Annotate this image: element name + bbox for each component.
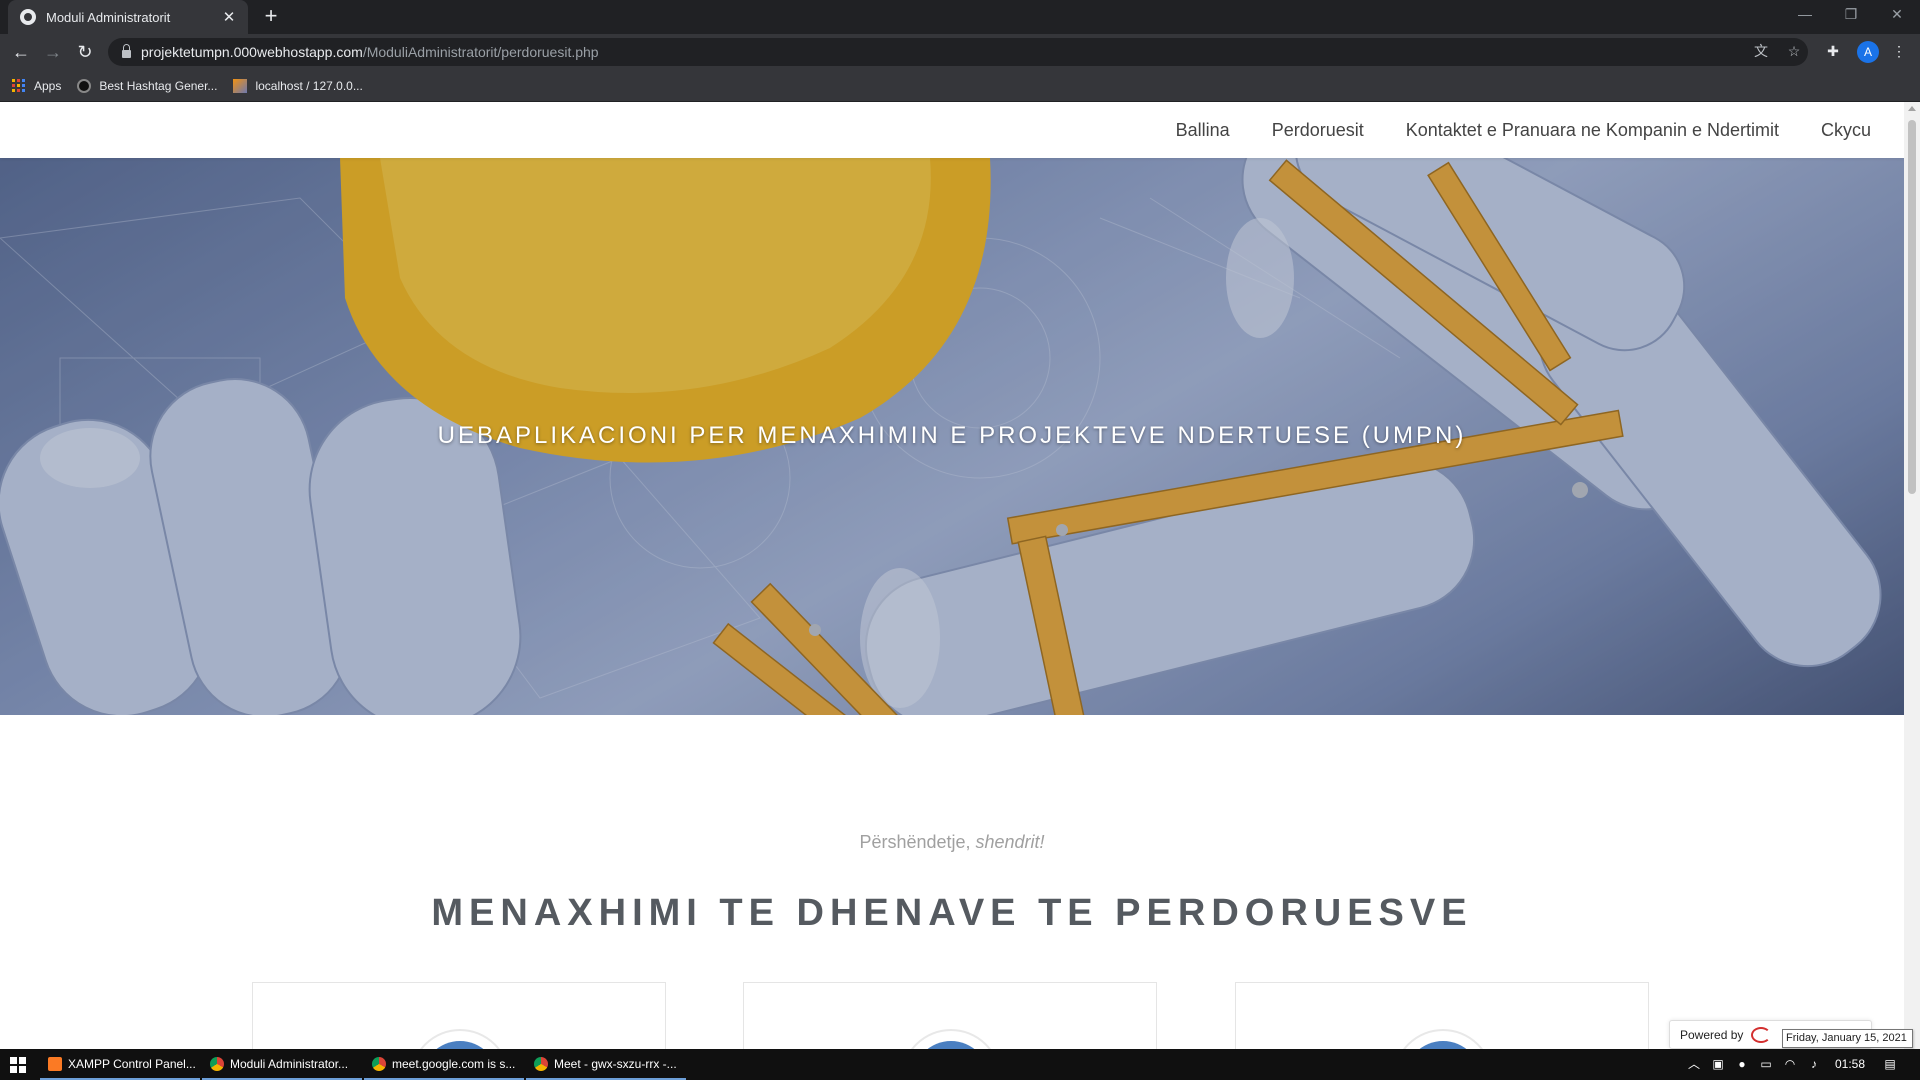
- microphone-icon[interactable]: ●: [1732, 1049, 1752, 1080]
- chrome-icon: [534, 1056, 548, 1071]
- bookmark-label: Apps: [34, 78, 62, 93]
- hero-banner: UEBAPLIKACIONI PER MENAXHIMIN E PROJEKTE…: [0, 158, 1904, 715]
- translate-icon[interactable]: 文: [1752, 42, 1770, 60]
- phpmyadmin-icon: [233, 78, 248, 93]
- bookmark-label: localhost / 127.0.0...: [255, 78, 363, 93]
- taskbar-label: XAMPP Control Panel...: [68, 1056, 196, 1071]
- lock-icon: [122, 44, 131, 58]
- scrollbar-thumb[interactable]: [1908, 120, 1916, 494]
- taskbar-item-chrome-admin[interactable]: Moduli Administrator...: [202, 1049, 362, 1080]
- user-avatar-icon: [901, 1029, 1001, 1049]
- bookmark-apps[interactable]: Apps: [12, 78, 62, 93]
- bookmark-localhost[interactable]: localhost / 127.0.0...: [233, 78, 363, 93]
- greeting-username: shendrit!: [975, 832, 1045, 852]
- xampp-icon: [48, 1056, 62, 1071]
- address-bar[interactable]: projektetumpn.000webhostapp.com /ModuliA…: [108, 38, 1808, 66]
- wifi-icon[interactable]: ◠: [1780, 1049, 1800, 1080]
- browser-tab-strip: Moduli Administratorit ✕ + — ❐ ✕: [0, 0, 1920, 34]
- battery-icon[interactable]: ▭: [1756, 1049, 1776, 1080]
- kebab-menu-icon[interactable]: ⋮: [1890, 42, 1908, 60]
- apps-grid-icon: [12, 78, 26, 93]
- powered-by-label: Powered by: [1680, 1027, 1744, 1042]
- forward-arrow-icon[interactable]: →: [40, 39, 66, 65]
- site-navbar: Ballina Perdoruesit Kontaktet e Pranuara…: [0, 102, 1904, 158]
- nav-ckycu[interactable]: Ckycu: [1821, 120, 1871, 141]
- site-favicon-icon: [20, 9, 36, 25]
- user-card[interactable]: [743, 982, 1157, 1049]
- nav-ballina[interactable]: Ballina: [1176, 120, 1230, 141]
- url-path: /ModuliAdministratorit/perdoruesit.php: [362, 44, 599, 60]
- bookmarks-bar: Apps Best Hashtag Gener... localhost / 1…: [0, 70, 1920, 102]
- profile-avatar[interactable]: A: [1857, 41, 1879, 63]
- nav-kontaktet[interactable]: Kontaktet e Pranuara ne Kompanin e Ndert…: [1406, 120, 1779, 141]
- greeting-prefix: Përshëndetje,: [859, 832, 976, 852]
- volume-icon[interactable]: ♪: [1804, 1049, 1824, 1080]
- taskbar-item-xampp[interactable]: XAMPP Control Panel...: [40, 1049, 200, 1080]
- close-tab-icon[interactable]: ✕: [220, 8, 238, 26]
- host-logo-icon: [1751, 1026, 1772, 1043]
- url-host: projektetumpn.000webhostapp.com: [141, 44, 363, 60]
- browser-toolbar: ← → ↻ projektetumpn.000webhostapp.com /M…: [0, 34, 1920, 70]
- bookmark-label: Best Hashtag Gener...: [99, 78, 218, 93]
- section-title: MENAXHIMI TE DHENAVE TE PERDORUESVE: [431, 892, 1473, 934]
- date-tooltip: Friday, January 15, 2021: [1782, 1029, 1913, 1048]
- tray-chevron-up-icon[interactable]: ︿: [1684, 1049, 1704, 1080]
- page-scrollbar[interactable]: [1904, 102, 1920, 1049]
- taskbar-clock[interactable]: 01:58: [1830, 1049, 1870, 1080]
- greeting-text: Përshëndetje, shendrit!: [0, 832, 1904, 853]
- back-arrow-icon[interactable]: ←: [8, 39, 34, 65]
- chrome-icon: [210, 1056, 224, 1071]
- user-avatar-icon: [410, 1029, 510, 1049]
- reload-icon[interactable]: ↻: [72, 39, 98, 65]
- tray-device-icon[interactable]: ▣: [1708, 1049, 1728, 1080]
- taskbar-label: Meet - gwx-sxzu-rrx -...: [554, 1056, 677, 1071]
- action-center-icon[interactable]: ▤: [1878, 1049, 1902, 1080]
- bookmark-star-icon[interactable]: ☆: [1785, 42, 1803, 60]
- extensions-puzzle-icon[interactable]: ✚: [1824, 42, 1842, 60]
- browser-tab[interactable]: Moduli Administratorit ✕: [8, 0, 248, 34]
- close-window-icon[interactable]: ✕: [1874, 0, 1920, 30]
- hero-title: UEBAPLIKACIONI PER MENAXHIMIN E PROJEKTE…: [437, 422, 1467, 449]
- tab-title: Moduli Administratorit: [46, 9, 171, 25]
- hashtag-site-icon: [77, 78, 92, 93]
- bookmark-hashtag[interactable]: Best Hashtag Gener...: [77, 78, 218, 93]
- taskbar-label: meet.google.com is s...: [392, 1056, 516, 1071]
- minimize-icon[interactable]: —: [1782, 0, 1828, 30]
- restore-icon[interactable]: ❐: [1828, 0, 1874, 30]
- nav-perdoruesit[interactable]: Perdoruesit: [1272, 120, 1364, 141]
- new-tab-button[interactable]: +: [258, 4, 284, 30]
- taskbar: XAMPP Control Panel... Moduli Administra…: [0, 1049, 1920, 1080]
- chrome-icon: [372, 1056, 386, 1071]
- taskbar-item-meet[interactable]: Meet - gwx-sxzu-rrx -...: [526, 1049, 686, 1080]
- user-card[interactable]: [1235, 982, 1649, 1049]
- windows-start-icon[interactable]: [10, 1057, 26, 1073]
- taskbar-item-meet-status[interactable]: meet.google.com is s...: [364, 1049, 524, 1080]
- scroll-up-arrow-icon[interactable]: [1908, 106, 1916, 111]
- user-avatar-icon: [1393, 1029, 1493, 1049]
- page-viewport: Ballina Perdoruesit Kontaktet e Pranuara…: [0, 102, 1904, 1049]
- user-card[interactable]: [252, 982, 666, 1049]
- taskbar-label: Moduli Administrator...: [230, 1056, 349, 1071]
